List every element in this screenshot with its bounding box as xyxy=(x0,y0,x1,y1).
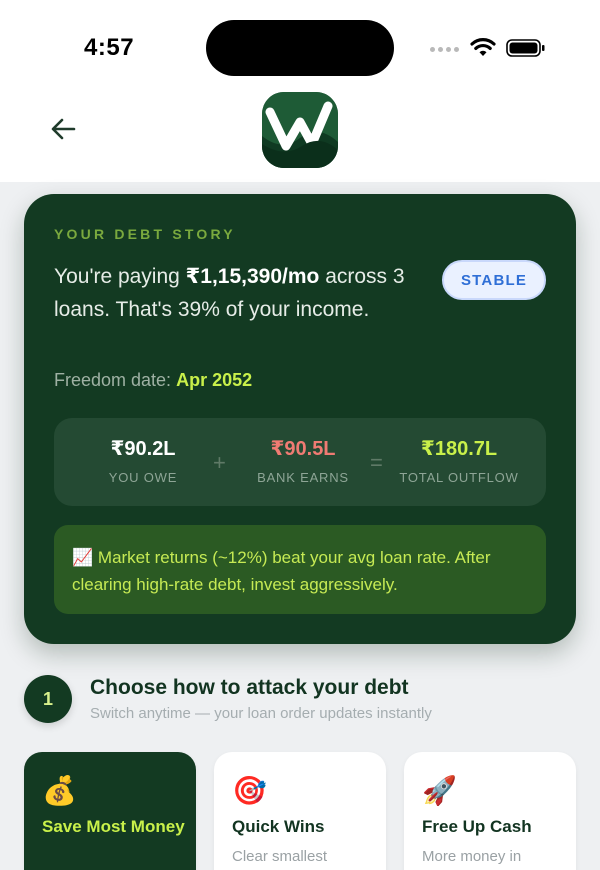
debt-summary: You're paying ₹1,15,390/mo across 3 loan… xyxy=(54,260,434,326)
strategy-desc: More money in xyxy=(422,848,522,865)
step-number: 1 xyxy=(24,675,72,723)
market-tip: 📈 Market returns (~12%) beat your avg lo… xyxy=(54,525,546,614)
stat-value: ₹90.5L xyxy=(270,438,336,460)
step-title: Choose how to attack your debt xyxy=(90,676,409,699)
stat-bank-earns: ₹90.5L BANK EARNS xyxy=(248,436,358,485)
strategy-title: Save Most Money xyxy=(42,817,185,836)
stat-value: ₹90.2L xyxy=(110,438,176,460)
battery-icon xyxy=(506,39,545,57)
strategy-title: Quick Wins xyxy=(232,817,325,836)
strategy-desc: Clear smallest xyxy=(232,848,328,865)
chart-up-icon: 📈 xyxy=(72,548,94,567)
equals-operator: = xyxy=(370,450,383,475)
wifi-icon xyxy=(470,38,496,56)
summary-prefix: You're paying xyxy=(54,265,186,288)
back-button[interactable] xyxy=(46,112,80,146)
stat-label: YOU OWE xyxy=(108,470,178,485)
stat-you-owe: ₹90.2L YOU OWE xyxy=(88,436,198,485)
freedom-label: Freedom date: xyxy=(54,370,172,390)
plus-operator: + xyxy=(213,450,226,475)
stat-value: ₹180.7L xyxy=(420,438,498,460)
monthly-amount: ₹1,15,390/mo xyxy=(185,265,320,288)
strategy-free-up-cash[interactable]: 🚀 Free Up Cash More money in xyxy=(404,752,576,870)
arrow-left-icon xyxy=(51,118,76,140)
signal-dots-icon xyxy=(430,47,459,52)
stat-total-outflow: ₹180.7L TOTAL OUTFLOW xyxy=(394,436,524,485)
freedom-date: Apr 2052 xyxy=(176,370,253,390)
rocket-icon: 🚀 xyxy=(422,775,457,806)
tip-text: Market returns (~12%) beat your avg loan… xyxy=(72,548,491,594)
target-icon: 🎯 xyxy=(232,775,267,806)
card-eyebrow: YOUR DEBT STORY xyxy=(54,226,236,242)
stat-label: TOTAL OUTFLOW xyxy=(399,470,519,485)
strategy-save-most-money[interactable]: 💰 Save Most Money xyxy=(24,752,196,870)
debt-stats: ₹90.2L YOU OWE + ₹90.5L BANK EARNS = ₹18… xyxy=(54,418,546,506)
strategy-title: Free Up Cash xyxy=(422,817,532,836)
app-logo xyxy=(262,92,338,168)
header: 4:57 xyxy=(0,0,600,182)
status-time: 4:57 xyxy=(84,34,135,61)
freedom-date-row: Freedom date: Apr 2052 xyxy=(54,370,252,391)
dynamic-island xyxy=(206,20,394,76)
debt-story-card: YOUR DEBT STORY You're paying ₹1,15,390/… xyxy=(24,194,576,644)
strategy-quick-wins[interactable]: 🎯 Quick Wins Clear smallest xyxy=(214,752,386,870)
money-bag-icon: 💰 xyxy=(42,775,77,806)
step-subtitle: Switch anytime — your loan order updates… xyxy=(90,705,432,722)
stat-label: BANK EARNS xyxy=(257,470,349,485)
status-badge[interactable]: STABLE xyxy=(442,260,546,300)
